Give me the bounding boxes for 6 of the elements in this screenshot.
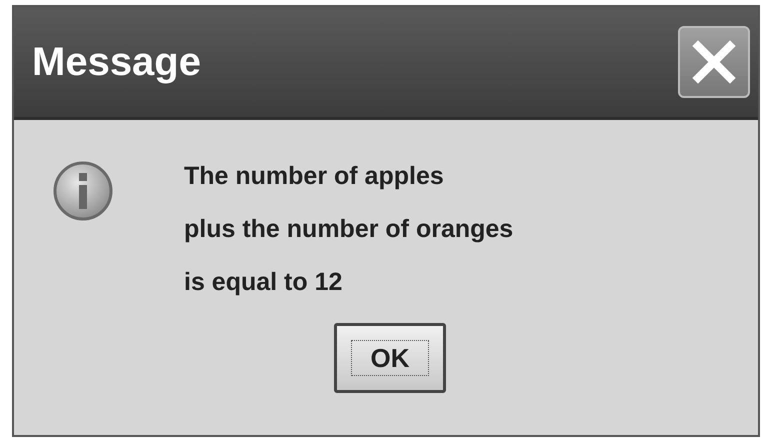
message-text: The number of apples plus the number of oranges is equal to 12 (184, 161, 514, 298)
info-icon (52, 160, 114, 222)
close-icon (692, 40, 736, 84)
ok-button[interactable]: OK (334, 323, 446, 393)
window-title: Message (32, 40, 201, 84)
close-button[interactable] (678, 26, 750, 98)
